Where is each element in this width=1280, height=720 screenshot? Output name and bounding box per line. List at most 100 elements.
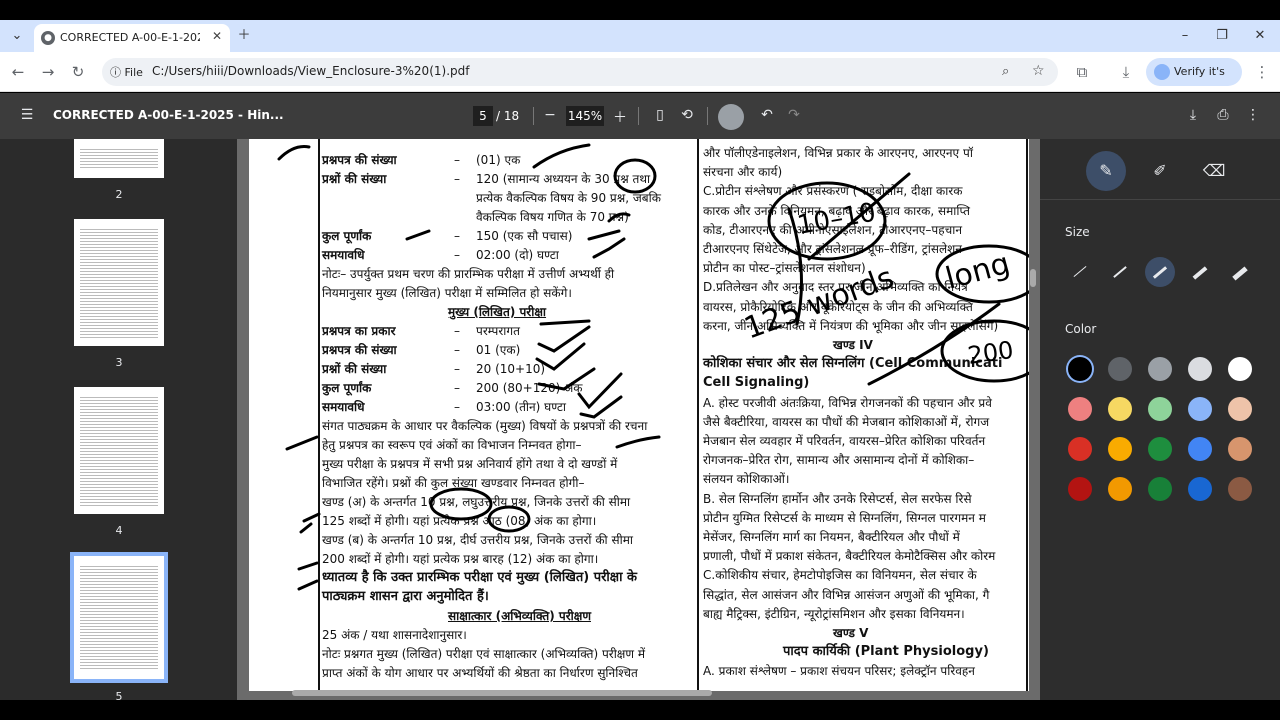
- ink-check: [579, 395, 623, 419]
- redo-icon[interactable]: ↷: [784, 107, 804, 123]
- tab-strip: ⌄ ● CORRECTED A-00-E-1-2025 - Hi ✕ ＋ – ❐…: [0, 20, 1280, 52]
- minimize-icon[interactable]: –: [1175, 26, 1195, 46]
- color-swatch[interactable]: [1228, 477, 1252, 501]
- ink-stroke: [285, 435, 319, 451]
- color-swatch[interactable]: [1108, 397, 1132, 421]
- eraser-tool-icon[interactable]: ⌫: [1194, 151, 1234, 191]
- reload-icon[interactable]: ↻: [68, 62, 88, 82]
- annotation-panel: ✎ ✐ ⌫ Size Color: [1040, 139, 1280, 700]
- size-label: Size: [1065, 225, 1090, 239]
- profile-icon: [1154, 64, 1170, 80]
- rotate-icon[interactable]: ⟲: [677, 107, 697, 123]
- ink-stroke: [297, 579, 319, 591]
- annotate-pen-icon[interactable]: [718, 104, 744, 130]
- zoom-in-icon[interactable]: ＋: [610, 107, 630, 127]
- zoom-out-icon[interactable]: −: [540, 107, 560, 123]
- screen-bottom-bar: [0, 700, 1280, 720]
- close-window-icon[interactable]: ✕: [1250, 26, 1270, 46]
- ink-stroke: [299, 522, 313, 534]
- color-swatch[interactable]: [1068, 477, 1092, 501]
- new-tab-icon[interactable]: ＋: [234, 26, 254, 46]
- pen-tool-icon[interactable]: ✎: [1086, 151, 1126, 191]
- color-swatch[interactable]: [1188, 437, 1212, 461]
- color-swatch[interactable]: [1068, 437, 1092, 461]
- ink-text-125-words: 125 words: [740, 260, 899, 346]
- close-tab-icon[interactable]: ✕: [212, 29, 222, 43]
- tab-title: CORRECTED A-00-E-1-2025 - Hi: [60, 31, 200, 44]
- thumbnail-label: 4: [115, 524, 123, 537]
- thumbnail-page[interactable]: [74, 139, 164, 178]
- color-swatch[interactable]: [1148, 437, 1172, 461]
- ink-stroke: [587, 229, 621, 241]
- thumbnail-page-selected[interactable]: [70, 552, 168, 683]
- address-bar[interactable]: ⓘ File C:/Users/hiii/Downloads/View_Encl…: [102, 58, 1058, 86]
- back-icon[interactable]: ←: [8, 62, 28, 82]
- color-swatch[interactable]: [1148, 477, 1172, 501]
- more-options-icon[interactable]: ⋮: [1243, 107, 1263, 123]
- document-viewport: प्रश्नपत्र की संख्या – (01) एक प्रश्नों की …: [237, 139, 1040, 700]
- restore-icon[interactable]: ❐: [1212, 26, 1232, 46]
- ink-stroke: [532, 143, 591, 169]
- print-icon[interactable]: ⎙: [1213, 107, 1233, 123]
- forward-icon[interactable]: →: [38, 62, 58, 82]
- extensions-icon[interactable]: ⧉: [1072, 62, 1092, 82]
- divider: [638, 107, 639, 125]
- zoom-input[interactable]: 145%: [566, 106, 604, 126]
- color-swatch[interactable]: [1068, 397, 1092, 421]
- size-option-2[interactable]: [1105, 257, 1135, 287]
- undo-icon[interactable]: ↶: [757, 107, 777, 123]
- size-option-3[interactable]: [1145, 257, 1175, 287]
- vertical-scrollbar[interactable]: [1030, 269, 1036, 287]
- download-icon[interactable]: ⤓: [1116, 62, 1136, 82]
- highlighter-tool-icon[interactable]: ✐: [1140, 151, 1180, 191]
- ink-stroke: [592, 237, 626, 259]
- ink-check: [537, 367, 596, 391]
- size-option-5[interactable]: [1225, 257, 1255, 287]
- ink-circle: [613, 158, 657, 194]
- bookmark-star-icon[interactable]: ☆: [1032, 63, 1045, 79]
- color-swatch[interactable]: [1188, 397, 1212, 421]
- tab-search-icon[interactable]: ⌄: [7, 26, 27, 46]
- page-number-input[interactable]: 5: [473, 106, 493, 126]
- ink-text-200: 200: [966, 336, 1015, 370]
- color-swatch[interactable]: [1148, 357, 1172, 381]
- navigation-bar: ← → ↻ ⓘ File C:/Users/hiii/Downloads/Vie…: [0, 52, 1280, 106]
- color-swatch[interactable]: [1228, 437, 1252, 461]
- ink-circle: [487, 505, 531, 533]
- document-title: CORRECTED A-00-E-1-2025 - Hin...: [53, 108, 284, 122]
- ink-stroke: [277, 145, 311, 161]
- color-swatch[interactable]: [1148, 397, 1172, 421]
- color-swatch[interactable]: [1108, 357, 1132, 381]
- color-swatch[interactable]: [1228, 397, 1252, 421]
- thumbnail-page[interactable]: [74, 387, 164, 514]
- divider: [707, 107, 708, 125]
- color-swatch[interactable]: [1228, 357, 1252, 381]
- thumbnail-label: 2: [115, 188, 123, 201]
- color-swatch[interactable]: [1188, 477, 1212, 501]
- globe-icon: ●: [41, 31, 55, 45]
- fit-page-icon[interactable]: ▯: [650, 107, 670, 123]
- pdf-page: प्रश्नपत्र की संख्या – (01) एक प्रश्नों की …: [249, 139, 1029, 691]
- color-swatch[interactable]: [1108, 437, 1132, 461]
- sidebar-menu-icon[interactable]: ☰: [17, 107, 37, 123]
- download-pdf-icon[interactable]: ⤓: [1183, 107, 1203, 123]
- color-swatch[interactable]: [1188, 357, 1212, 381]
- ink-stroke: [297, 561, 319, 571]
- thumbnail-label: 3: [115, 356, 123, 369]
- size-option-1[interactable]: [1065, 257, 1095, 287]
- zoom-icon[interactable]: ⌕: [1002, 64, 1009, 79]
- url-text: C:/Users/hiii/Downloads/View_Enclosure-3…: [152, 64, 470, 78]
- ink-stroke: [405, 229, 431, 241]
- color-swatch[interactable]: [1068, 357, 1092, 381]
- ink-stroke: [607, 212, 631, 223]
- thumbnail-page[interactable]: [74, 219, 164, 346]
- size-option-4[interactable]: [1185, 257, 1215, 287]
- verify-button[interactable]: Verify it's you: [1146, 58, 1242, 106]
- thumbnail-sidebar: 2 3 4 5: [0, 139, 237, 703]
- menu-kebab-icon[interactable]: ⋮: [1252, 62, 1272, 82]
- file-scheme-label: ⓘ File: [110, 66, 143, 79]
- ink-circle: [429, 487, 493, 521]
- browser-tab[interactable]: ● CORRECTED A-00-E-1-2025 - Hi ✕: [34, 24, 230, 52]
- horizontal-scrollbar[interactable]: [292, 690, 712, 696]
- color-swatch[interactable]: [1108, 477, 1132, 501]
